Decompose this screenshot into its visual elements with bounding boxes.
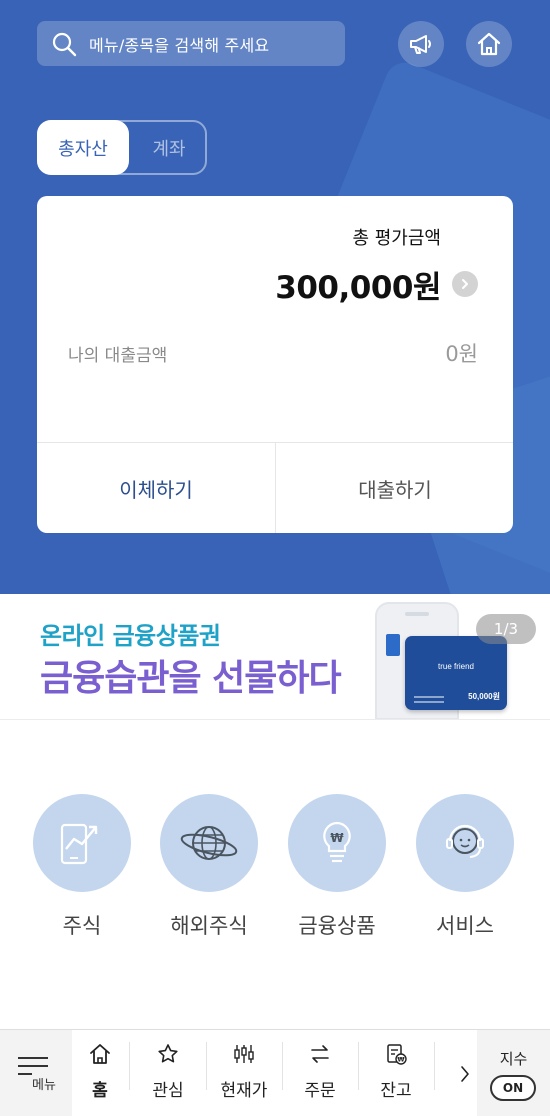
quick-menu-label: 금융상품 [298, 914, 376, 938]
nav-tab-label: 현재가 [220, 1081, 268, 1101]
quick-menu-icon-bg [160, 794, 258, 892]
tab-total-assets[interactable]: 총자산 [37, 120, 129, 175]
gift-card-line [414, 696, 444, 698]
gift-card-price: 50,000원 [468, 692, 500, 701]
nav-separator [434, 1042, 435, 1090]
banner-headline-2: 금융습관을 선물하다 [40, 658, 342, 699]
tab-accounts[interactable]: 계좌 [129, 120, 209, 175]
quick-menu-icon-bg [416, 794, 514, 892]
quick-menu-icon-bg: ₩ [288, 794, 386, 892]
asset-summary-card: 총 평가금액 300,000원 나의 대출금액 0원 이체하기 대출하기 [37, 196, 513, 533]
nav-tab-label: 홈 [92, 1081, 108, 1101]
phone-logo [386, 634, 400, 656]
quick-menu-label: 해외주식 [170, 914, 248, 938]
home-icon [477, 32, 501, 56]
total-valuation-label: 총 평가금액 [352, 228, 441, 249]
chevron-right-icon [462, 279, 468, 289]
nav-tab-balance[interactable]: ₩ 잔고 [358, 1030, 434, 1116]
nav-tab-watchlist[interactable]: 관심 [130, 1030, 206, 1116]
headset-icon [446, 824, 484, 858]
banner-pager: 1/3 [476, 614, 536, 644]
quick-menu: 주식 해외주식 ₩ 금융상품 서비스 [0, 760, 550, 960]
index-label: 지수 [499, 1050, 528, 1068]
quick-menu-label: 주식 [62, 914, 102, 938]
quick-menu-label: 서비스 [436, 914, 494, 938]
transfer-button[interactable]: 이체하기 [37, 443, 275, 533]
megaphone-icon [410, 35, 431, 54]
home-icon [90, 1044, 110, 1064]
menu-label: 메뉴 [32, 1078, 56, 1093]
search-input[interactable]: 메뉴/종목을 검색해 주세요 [37, 21, 345, 66]
candlestick-icon [234, 1045, 254, 1063]
globe-icon [180, 826, 238, 860]
index-panel: 지수 ON [477, 1030, 550, 1116]
nav-more-button[interactable] [453, 1030, 477, 1116]
promo-banner[interactable]: 온라인 금융상품권 금융습관을 선물하다 true friend 50,000원… [0, 594, 550, 720]
loan-button[interactable]: 대출하기 [276, 443, 513, 533]
banner-headline-1: 온라인 금융상품권 [40, 622, 221, 650]
stock-chart-icon [60, 823, 98, 865]
loan-amount-value: 0원 [445, 342, 478, 366]
index-toggle[interactable]: ON [490, 1075, 536, 1101]
total-valuation-amount: 300,000원 [275, 270, 441, 306]
quick-menu-service[interactable]: 서비스 [415, 794, 515, 940]
nav-tab-order[interactable]: 주문 [282, 1030, 358, 1116]
balance-icon: ₩ [387, 1044, 407, 1065]
search-icon [52, 32, 77, 56]
quick-menu-financial-products[interactable]: ₩ 금융상품 [287, 794, 387, 940]
nav-tab-home[interactable]: 홈 [72, 1030, 128, 1116]
phone-notch [405, 612, 429, 616]
gift-card-line [414, 701, 444, 703]
lightbulb-won-icon: ₩ [323, 821, 351, 863]
bottom-navigation: 메뉴 홈 관심 현재가 주문 ₩ 잔고 지수 ON [0, 1029, 550, 1116]
home-button[interactable] [466, 21, 512, 67]
header-area: 메뉴/종목을 검색해 주세요 총자산 계좌 총 평가금액 300,000원 나의… [0, 0, 550, 594]
nav-tab-label: 주문 [304, 1081, 336, 1101]
svg-text:₩: ₩ [397, 1056, 405, 1064]
nav-tab-label: 잔고 [380, 1081, 412, 1101]
notice-button[interactable] [398, 21, 444, 67]
quick-menu-stocks[interactable]: 주식 [32, 794, 132, 940]
chevron-right-icon [461, 1065, 469, 1082]
quick-menu-overseas-stocks[interactable]: 해외주식 [159, 794, 259, 940]
asset-view-toggle: 총자산 계좌 [37, 120, 207, 175]
gift-card-brand: true friend [437, 662, 475, 671]
loan-amount-label: 나의 대출금액 [68, 346, 168, 366]
nav-tab-current-price[interactable]: 현재가 [206, 1030, 282, 1116]
svg-text:₩: ₩ [330, 831, 344, 845]
star-icon [158, 1044, 178, 1063]
gift-card-illustration: true friend 50,000원 [405, 636, 507, 710]
search-placeholder: 메뉴/종목을 검색해 주세요 [89, 35, 270, 55]
total-detail-button[interactable] [452, 271, 478, 297]
nav-tab-label: 관심 [152, 1081, 184, 1101]
exchange-icon [311, 1045, 329, 1063]
menu-button[interactable]: 메뉴 [0, 1030, 72, 1116]
quick-menu-icon-bg [33, 794, 131, 892]
